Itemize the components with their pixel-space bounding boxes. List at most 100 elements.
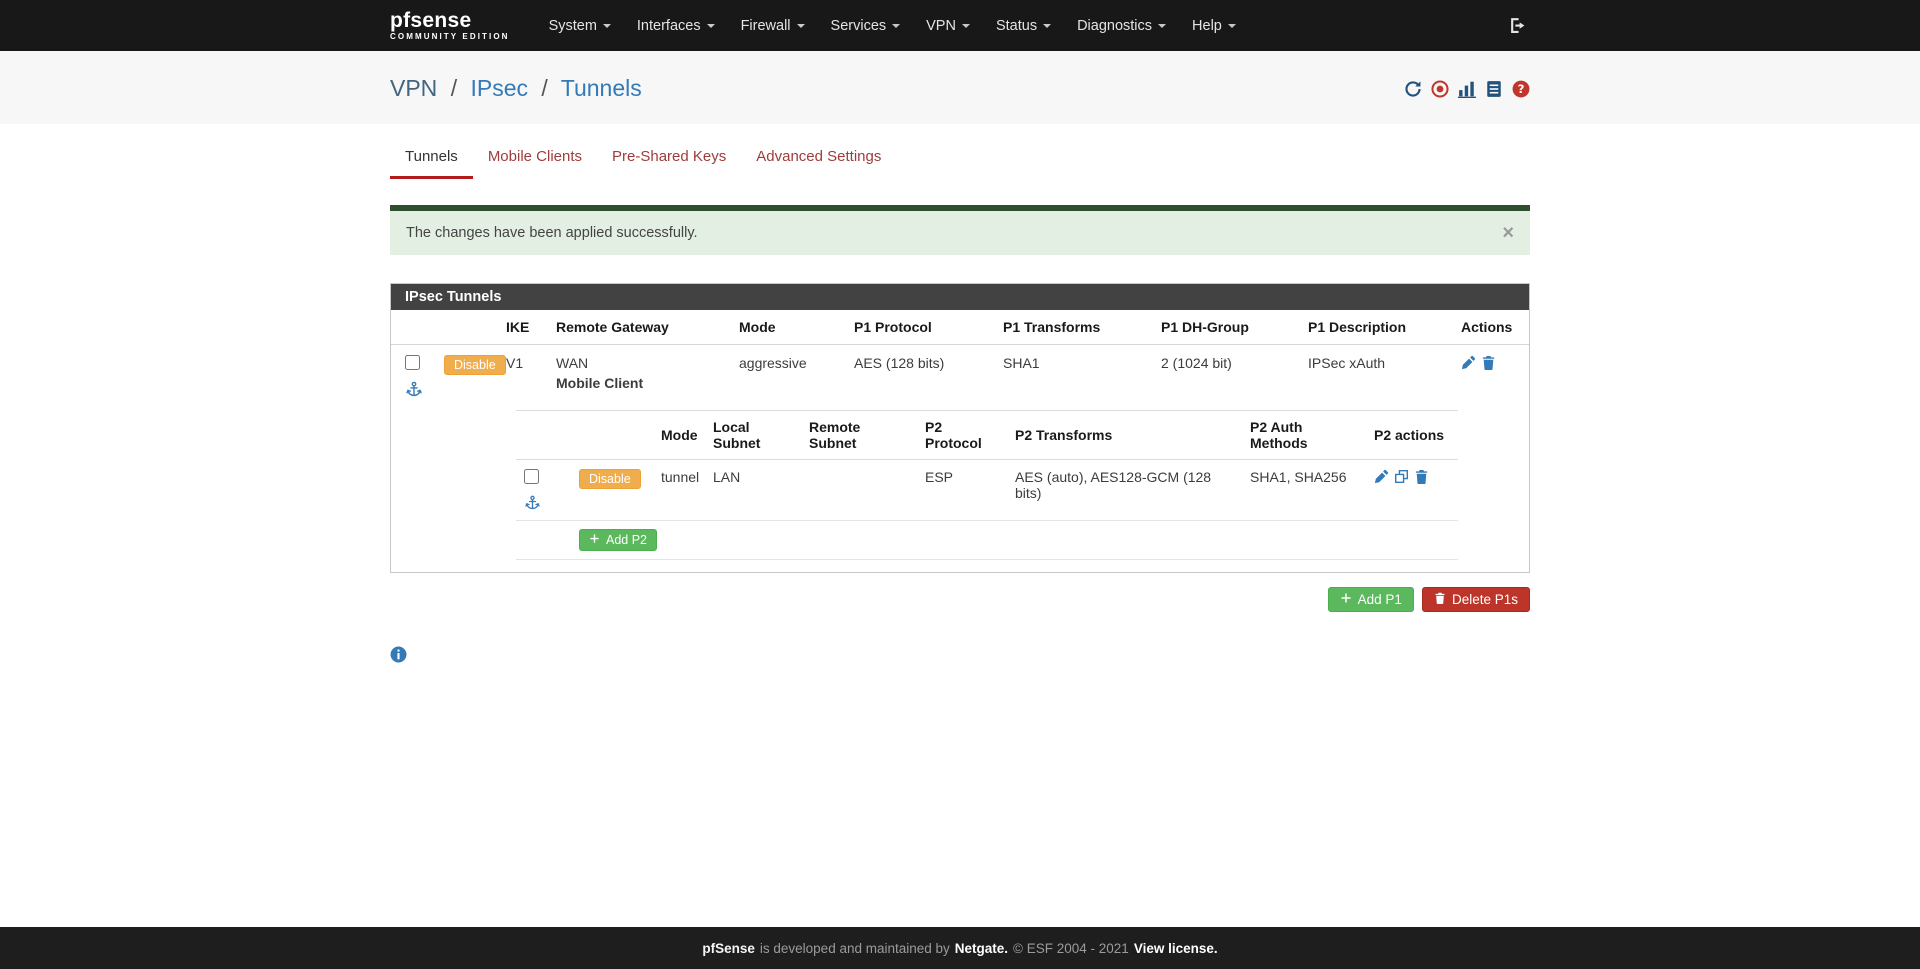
p1-header-description: P1 Description <box>1300 310 1453 345</box>
page-root: pfsense COMMUNITY EDITION System Interfa… <box>0 0 1920 969</box>
p1-remote-gateway-cell: WAN Mobile Client <box>548 345 731 409</box>
refresh-icon[interactable] <box>1404 80 1422 98</box>
page-footer: pfSense is developed and maintained by N… <box>0 927 1920 969</box>
breadcrumb-vpn[interactable]: VPN <box>390 75 437 101</box>
plus-icon <box>1340 592 1352 607</box>
p1-disable-button[interactable]: Disable <box>444 355 506 375</box>
p2-header-actions: P2 actions <box>1366 410 1458 460</box>
tab-tunnels[interactable]: Tunnels <box>390 138 473 179</box>
footer-copyright: © ESF 2004 - 2021 <box>1013 940 1129 956</box>
nav-item-system[interactable]: System <box>536 0 624 51</box>
anchor-icon[interactable] <box>525 495 563 513</box>
p2-header-mode: Mode <box>653 410 705 460</box>
logo-text: pfsense <box>390 8 472 32</box>
footer-text: is developed and maintained by <box>759 940 950 956</box>
page-actions: Add P1 Delete P1s <box>390 587 1530 612</box>
p1-gateway-interface: WAN <box>556 355 589 371</box>
edit-p2-icon[interactable] <box>1374 469 1389 487</box>
p1-protocol-value: AES (128 bits) <box>854 355 945 371</box>
p1-description-value: IPSec xAuth <box>1308 355 1386 371</box>
p2-header-local-subnet: Local Subnet <box>705 410 801 460</box>
anchor-icon[interactable] <box>406 381 428 400</box>
edit-p1-icon[interactable] <box>1461 355 1476 373</box>
nav-item-interfaces[interactable]: Interfaces <box>624 0 728 51</box>
add-p2-button[interactable]: Add P2 <box>579 529 658 551</box>
p1-gateway-name: Mobile Client <box>556 375 644 391</box>
p2-header-row: Mode Local Subnet Remote Subnet P2 Proto… <box>516 410 1458 460</box>
delete-p1-icon[interactable] <box>1481 355 1496 373</box>
caret-down-icon <box>602 23 611 28</box>
info-icon[interactable] <box>390 646 1530 666</box>
p1-header-ike: IKE <box>498 310 548 345</box>
status-icon[interactable] <box>1431 79 1449 98</box>
nav-item-firewall[interactable]: Firewall <box>728 0 818 51</box>
nav-item-vpn[interactable]: VPN <box>913 0 983 51</box>
p2-actions <box>1374 469 1450 487</box>
p1-header-mode: Mode <box>731 310 846 345</box>
caret-down-icon <box>706 23 715 28</box>
chart-icon[interactable] <box>1458 80 1476 98</box>
main-menu: System Interfaces Firewall Services VPN … <box>536 0 1249 51</box>
caret-down-icon <box>1227 23 1236 28</box>
svg-text:?: ? <box>1518 82 1525 96</box>
add-p2-row: Add P2 <box>516 520 1458 560</box>
caret-down-icon <box>892 23 901 28</box>
footer-view-license-link[interactable]: View license. <box>1134 941 1218 956</box>
p2-mode-value: tunnel <box>653 459 705 521</box>
breadcrumb-tunnels[interactable]: Tunnels <box>561 75 642 101</box>
caret-down-icon <box>796 23 805 28</box>
log-icon[interactable] <box>1485 80 1503 98</box>
nav-item-diagnostics[interactable]: Diagnostics <box>1064 0 1179 51</box>
breadcrumb-separator: / <box>541 75 548 101</box>
trash-icon <box>1434 592 1446 607</box>
caret-down-icon <box>1043 23 1052 28</box>
breadcrumb-bar: VPN / IPsec / Tunnels ? <box>0 51 1920 124</box>
breadcrumb-separator: / <box>450 75 458 101</box>
tab-pre-shared-keys[interactable]: Pre-Shared Keys <box>597 138 741 179</box>
plus-icon <box>589 533 600 547</box>
p1-header-protocol: P1 Protocol <box>846 310 995 345</box>
nav-item-status[interactable]: Status <box>983 0 1064 51</box>
footer-netgate-link[interactable]: Netgate. <box>955 941 1008 956</box>
delete-p2-icon[interactable] <box>1414 469 1429 487</box>
p1-ike-value: V1 <box>506 355 524 371</box>
p2-container-row: Mode Local Subnet Remote Subnet P2 Proto… <box>391 408 1529 572</box>
nav-item-help[interactable]: Help <box>1179 0 1249 51</box>
logo-subtitle: COMMUNITY EDITION <box>390 31 510 41</box>
p1-actions <box>1461 355 1521 373</box>
alert-message: The changes have been applied successful… <box>406 225 698 241</box>
success-alert: The changes have been applied successful… <box>390 205 1530 255</box>
delete-p1s-button[interactable]: Delete P1s <box>1421 587 1530 612</box>
tab-advanced-settings[interactable]: Advanced Settings <box>741 138 896 179</box>
p1-table: IKE Remote Gateway Mode P1 Protocol P1 T… <box>391 310 1529 572</box>
caret-down-icon <box>961 23 970 28</box>
tab-mobile-clients[interactable]: Mobile Clients <box>473 138 597 179</box>
tab-bar: Tunnels Mobile Clients Pre-Shared Keys A… <box>390 138 1530 179</box>
footer-brand: pfSense <box>702 940 755 956</box>
logout-icon[interactable] <box>1505 13 1530 38</box>
p2-disable-button[interactable]: Disable <box>579 469 641 489</box>
breadcrumb: VPN / IPsec / Tunnels <box>390 75 642 102</box>
copy-p2-icon[interactable] <box>1394 469 1409 487</box>
p2-remote-subnet-value <box>801 459 917 521</box>
page-header-icons: ? <box>1404 79 1530 98</box>
p2-header-auth-methods: P2 Auth Methods <box>1242 410 1366 460</box>
pfsense-logo[interactable]: pfsense COMMUNITY EDITION <box>390 8 510 41</box>
p2-table: Mode Local Subnet Remote Subnet P2 Proto… <box>516 410 1458 560</box>
alert-close-button[interactable]: × <box>1502 223 1514 243</box>
p1-select-checkbox[interactable] <box>405 355 420 370</box>
p1-header-remote-gateway: Remote Gateway <box>548 310 731 345</box>
nav-item-services[interactable]: Services <box>818 0 914 51</box>
p2-auth-methods-value: SHA1, SHA256 <box>1242 459 1366 521</box>
p2-local-subnet-value: LAN <box>705 459 801 521</box>
add-p1-button[interactable]: Add P1 <box>1327 587 1414 612</box>
p1-header-row: IKE Remote Gateway Mode P1 Protocol P1 T… <box>391 310 1529 345</box>
help-icon[interactable]: ? <box>1512 80 1530 98</box>
ipsec-tunnels-panel: IPsec Tunnels IKE Remote Gateway Mode P1… <box>390 283 1530 573</box>
p2-protocol-value: ESP <box>917 459 1007 521</box>
p1-transforms-value: SHA1 <box>1003 355 1040 371</box>
p2-transforms-value: AES (auto), AES128-GCM (128 bits) <box>1007 459 1242 521</box>
p2-select-checkbox[interactable] <box>524 469 539 484</box>
breadcrumb-ipsec[interactable]: IPsec <box>470 75 528 101</box>
